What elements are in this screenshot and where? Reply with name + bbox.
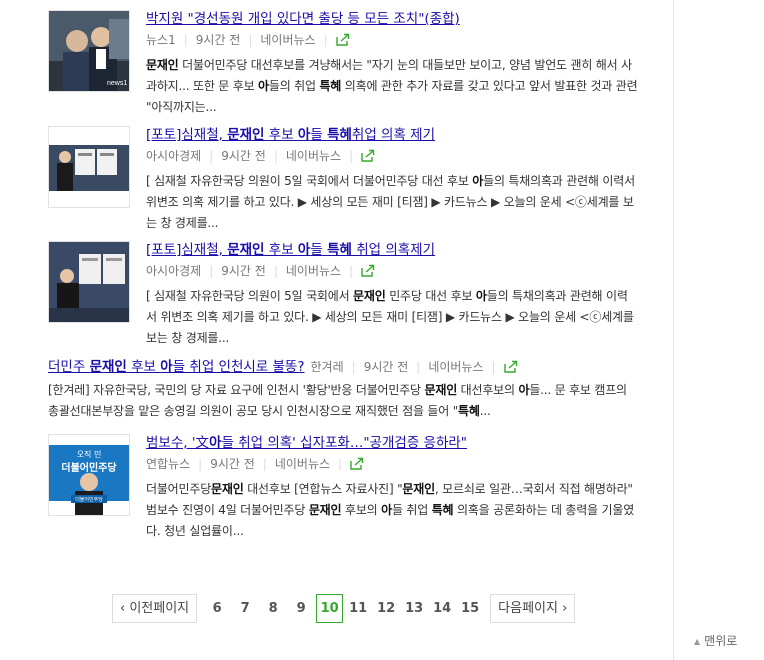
thumbnail-image: news1 [49,11,129,91]
page-link[interactable]: 6 [203,601,231,616]
separator: | [351,360,356,374]
news-time: 9시간 전 [221,149,266,163]
news1-watermark: news1 [107,80,127,87]
triangle-up-icon: ▲ [694,637,701,646]
page-link[interactable]: 14 [428,601,456,616]
news-meta: 한겨레 | 9시간 전 | 네이버뉴스 | [311,360,518,374]
banner-text: 더불어민주당 [61,461,117,474]
news-thumbnail[interactable]: 오직 민 더불어민주당 더불어민주당 [48,434,130,516]
news-description: [한겨레] 자유한국당, 국민의 당 자료 요구에 인천시 '황당'반응 더불어… [48,383,627,418]
separator: | [349,149,354,163]
thumbnail-image [49,127,129,207]
news-title-link[interactable]: [포토]심재철, 문재인 후보 아들 특혜취업 의혹 제기 [146,126,638,144]
chevron-right-icon: › [557,601,568,616]
news-source[interactable]: 아시아경제 [146,264,201,278]
separator: | [273,264,278,278]
share-icon[interactable] [335,33,350,51]
news-title-link[interactable]: [포토]심재철, 문재인 후보 아들 특혜 취업 의혹제기 [146,241,638,259]
news-time: 9시간 전 [210,457,255,471]
naver-news-link[interactable]: 네이버뉴스 [275,457,330,471]
news-description: [ 심재철 자유한국당 의원이 5일 국회에서 더불어민주당 대선 후보 아들의… [146,174,635,230]
share-icon[interactable] [350,457,364,475]
page-link[interactable]: 9 [287,601,315,616]
separator: | [416,360,421,374]
news-title-link[interactable]: 더민주 문재인 후보 아들 취업 인천시로 불똥? [48,359,305,375]
separator: | [273,149,278,163]
prev-page-button[interactable]: ‹ 이전페이지 [112,594,198,623]
news-time: 9시간 전 [221,264,266,278]
news-source[interactable]: 연합뉴스 [146,457,190,471]
separator: | [349,264,354,278]
thumbnail-image [49,242,129,322]
page-link[interactable]: 15 [456,601,484,616]
separator: | [323,33,328,47]
page-link[interactable]: 8 [259,601,287,616]
news-title-row: 더민주 문재인 후보 아들 취업 인천시로 불똥? 한겨레 | 9시간 전 | 네이버뉴스… [48,356,638,376]
separator: | [183,33,188,47]
search-results-main: news1 박지원 "경선동원 개입 있다면 출당 등 모든 조치"(종합) 뉴… [0,0,674,660]
naver-news-link[interactable]: 네이버뉴스 [260,33,315,47]
prev-page-label: 이전페이지 [129,601,190,616]
separator: | [338,457,343,471]
share-icon[interactable] [361,264,375,282]
share-icon[interactable] [503,360,518,376]
naver-news-link[interactable]: 네이버뉴스 [428,360,483,374]
news-time: 9시간 전 [195,33,241,47]
news-thumbnail[interactable] [48,241,130,323]
back-to-top-link[interactable]: ▲ 맨위로 [694,632,737,649]
news-meta: 아시아경제 | 9시간 전 | 네이버뉴스 | [146,262,638,282]
separator: | [198,457,203,471]
news-meta: 연합뉴스 | 9시간 전 | 네이버뉴스 | [146,455,638,475]
chevron-left-icon: ‹ [120,601,130,616]
pagination: ‹ 이전페이지 6 7 8 9 10 11 12 13 14 15 다음페이지 … [112,594,576,623]
page-link[interactable]: 13 [400,601,428,616]
news-source[interactable]: 뉴스1 [146,33,176,47]
separator: | [209,149,214,163]
news-description: [ 심재철 자유한국당 의원이 5일 국회에서 문재인 민주당 대선 후보 아들… [146,289,634,345]
news-meta: 뉴스1 | 9시간 전 | 네이버뉴스 | [146,31,638,51]
news-meta: 아시아경제 | 9시간 전 | 네이버뉴스 | [146,147,638,167]
news-description: 더불어민주당문재인 대선후보 [연합뉴스 자료사진] "문재인, 모르쇠로 일관… [146,482,635,538]
news-time: 9시간 전 [363,360,409,374]
page-link[interactable]: 7 [231,601,259,616]
naver-news-link[interactable]: 네이버뉴스 [286,149,341,163]
news-title-link[interactable]: 범보수, '文아들 취업 의혹' 십자포화…"공개검증 응하라" [146,434,638,452]
page-link[interactable]: 12 [372,601,400,616]
thumbnail-image: 오직 민 더불어민주당 더불어민주당 [49,435,129,515]
news-thumbnail[interactable] [48,126,130,208]
separator: | [262,457,267,471]
news-source[interactable]: 아시아경제 [146,149,201,163]
next-page-label: 다음페이지 [498,601,558,616]
naver-news-link[interactable]: 네이버뉴스 [286,264,341,278]
news-source[interactable]: 한겨레 [311,360,344,374]
page-link[interactable]: 11 [344,601,372,616]
news-title-link[interactable]: 박지원 "경선동원 개입 있다면 출당 등 모든 조치"(종합) [146,10,638,28]
separator: | [491,360,496,374]
separator: | [248,33,253,47]
news-thumbnail[interactable]: news1 [48,10,130,92]
current-page[interactable]: 10 [316,594,344,623]
podium-text: 더불어민주당 [75,496,103,503]
next-page-button[interactable]: 다음페이지 › [490,594,576,623]
news-description: 문재인 더불어민주당 대선후보를 겨냥해서는 "자기 눈의 대들보만 보이고, … [146,58,638,114]
separator: | [209,264,214,278]
back-to-top-label: 맨위로 [704,634,738,648]
share-icon[interactable] [361,149,375,167]
banner-text: 오직 민 [77,449,102,459]
